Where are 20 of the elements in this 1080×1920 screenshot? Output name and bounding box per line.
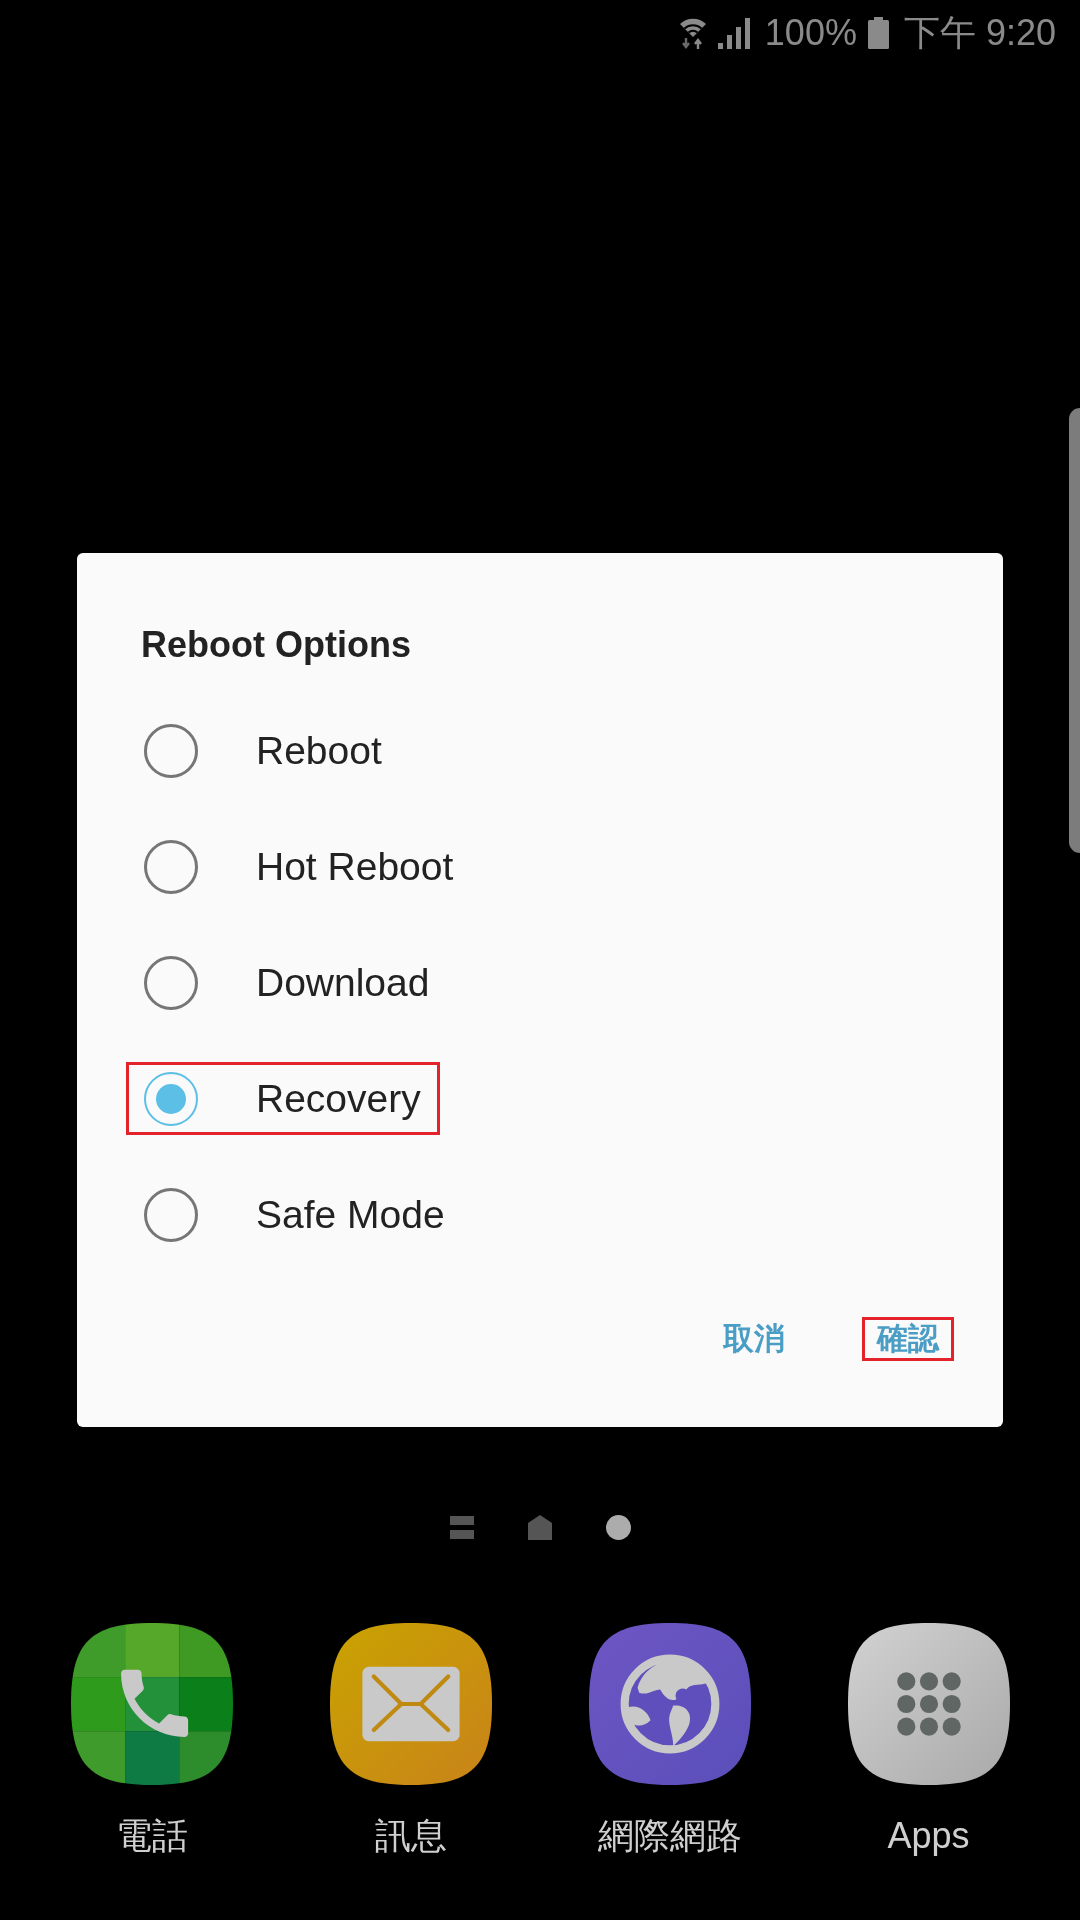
app-shortcut[interactable]: 訊息 [329,1623,492,1858]
clock-time: 下午 9:20 [903,13,1056,53]
app-shortcut[interactable]: 網際網路 [588,1623,751,1858]
battery-icon [867,17,889,49]
radio-option[interactable]: Safe Mode [126,1178,464,1251]
app-grid-icon[interactable] [847,1623,1010,1785]
phone-handset-icon[interactable] [70,1623,233,1785]
envelope-icon[interactable] [329,1623,492,1785]
radio-option[interactable]: Hot Reboot [126,830,473,903]
radio-option[interactable]: Download [126,946,449,1019]
radio-option[interactable]: Reboot [126,714,401,787]
globe-icon[interactable] [588,1623,751,1785]
radio-option[interactable]: Recovery [126,1062,440,1135]
battery-percentage: 100% [764,13,857,53]
dialog-title: Reboot Options [141,623,411,667]
app-shortcut[interactable]: 電話 [70,1623,233,1858]
wifi-icon [678,16,707,50]
app-shortcut[interactable]: Apps [847,1623,1010,1858]
edge-panel-handle[interactable] [1069,408,1080,853]
signal-icon [717,17,750,49]
